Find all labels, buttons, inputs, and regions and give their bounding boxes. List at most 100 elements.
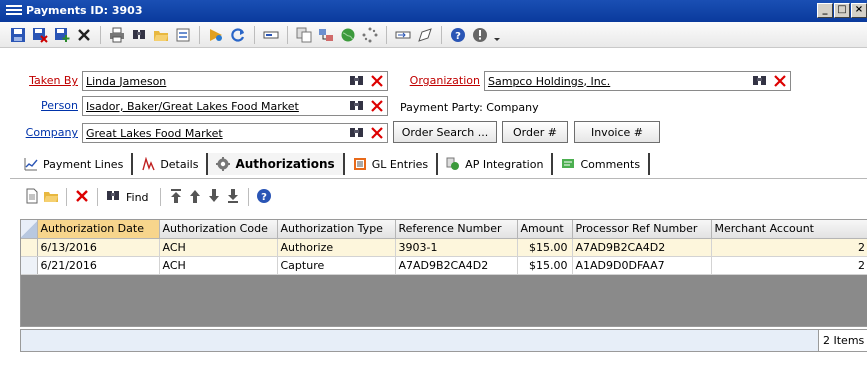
grid-status-bar: 2 Items <box>20 329 867 352</box>
tab-payment-lines[interactable]: Payment Lines <box>16 153 134 175</box>
column-header[interactable]: Authorization Code <box>159 220 278 239</box>
info-icon[interactable] <box>470 25 490 45</box>
tab-gl-entries[interactable]: GL Entries <box>345 153 439 175</box>
company-value: Great Lakes Food Market <box>86 126 223 140</box>
company-label[interactable]: Company <box>8 126 78 139</box>
item-count: 2 Items <box>818 330 867 351</box>
clear-icon[interactable] <box>367 72 387 90</box>
gear-icon <box>216 157 231 171</box>
table-cell[interactable]: A7AD9B2CA4D2 <box>395 256 518 275</box>
minimize-icon[interactable]: _ <box>817 3 833 18</box>
column-header[interactable]: Reference Number <box>395 220 518 239</box>
open-folder-icon[interactable] <box>151 25 171 45</box>
new-record-icon[interactable] <box>24 188 40 207</box>
order-number-button[interactable]: Order # <box>502 121 568 143</box>
toolbar-separator <box>66 188 67 206</box>
row-selector[interactable] <box>21 256 38 275</box>
save-new-icon[interactable] <box>52 25 72 45</box>
table-cell[interactable]: Capture <box>277 256 396 275</box>
toolbar-overflow-icon[interactable] <box>492 25 502 45</box>
select-all-corner[interactable] <box>21 220 38 239</box>
find-button-label[interactable]: Find <box>126 191 149 204</box>
table-cell[interactable]: ACH <box>159 256 278 275</box>
company-field[interactable]: Great Lakes Food Market <box>82 123 388 143</box>
notes-icon[interactable] <box>415 25 435 45</box>
invoice-number-button[interactable]: Invoice # <box>574 121 660 143</box>
clear-icon[interactable] <box>367 124 387 142</box>
form-icon[interactable] <box>173 25 193 45</box>
move-top-icon[interactable] <box>168 188 184 207</box>
person-label[interactable]: Person <box>8 99 78 112</box>
table-row[interactable]: 6/13/2016 ACH Authorize 3903-1 $15.00 A7… <box>21 238 867 257</box>
toolbar-separator <box>97 188 98 206</box>
lookup-icon[interactable] <box>750 72 770 90</box>
move-up-icon[interactable] <box>187 188 203 207</box>
loading-icon[interactable] <box>360 25 380 45</box>
tab-authorizations[interactable]: Authorizations <box>208 153 345 175</box>
column-header[interactable]: Amount <box>517 220 573 239</box>
workflow-icon[interactable] <box>206 25 226 45</box>
fields-icon[interactable] <box>261 25 281 45</box>
column-header[interactable]: Merchant Account <box>711 220 867 239</box>
help-icon[interactable]: ? <box>448 25 468 45</box>
help-icon[interactable]: ? <box>256 188 272 207</box>
copy-icon[interactable] <box>294 25 314 45</box>
table-cell[interactable]: A1AD9D0DFAA7 <box>572 256 712 275</box>
table-row[interactable]: 6/21/2016 ACH Capture A7AD9B2CA4D2 $15.0… <box>21 256 867 275</box>
person-field[interactable]: Isador, Baker/Great Lakes Food Market <box>82 96 388 116</box>
delete-icon[interactable] <box>74 25 94 45</box>
clear-icon[interactable] <box>770 72 790 90</box>
delete-icon[interactable] <box>74 188 90 207</box>
save-icon[interactable] <box>8 25 28 45</box>
table-cell[interactable]: $15.00 <box>517 238 573 257</box>
related-icon[interactable] <box>316 25 336 45</box>
svg-text:?: ? <box>261 192 267 203</box>
column-header[interactable]: Authorization Date <box>37 220 160 239</box>
lookup-icon[interactable] <box>347 72 367 90</box>
table-cell[interactable]: Authorize <box>277 238 396 257</box>
window-title: Payments ID: 3903 <box>26 4 143 17</box>
column-header[interactable]: Authorization Type <box>277 220 396 239</box>
organization-label[interactable]: Organization <box>398 74 480 87</box>
maximize-icon[interactable]: □ <box>834 3 850 18</box>
order-search-button[interactable]: Order Search ... <box>393 121 497 143</box>
toolbar-separator <box>287 25 288 44</box>
window-menu-icon[interactable] <box>6 5 22 17</box>
open-folder-icon[interactable] <box>43 188 59 207</box>
tab-comments[interactable]: Comments <box>553 153 651 175</box>
save-close-icon[interactable] <box>30 25 50 45</box>
print-icon[interactable] <box>107 25 127 45</box>
move-down-icon[interactable] <box>206 188 222 207</box>
table-cell[interactable]: A7AD9B2CA4D2 <box>572 238 712 257</box>
payments-window: Payments ID: 3903 _ □ × ? Taken By Linda… <box>0 0 867 366</box>
tab-ap-integration[interactable]: AP Integration <box>438 153 554 175</box>
column-header[interactable]: Processor Ref Number <box>572 220 712 239</box>
lookup-icon[interactable] <box>347 124 367 142</box>
organization-field[interactable]: Sampco Holdings, Inc. <box>484 71 791 91</box>
tab-label: AP Integration <box>465 157 544 171</box>
lookup-icon[interactable] <box>347 97 367 115</box>
table-cell[interactable]: 2 <box>711 238 867 257</box>
find-icon[interactable] <box>105 188 121 207</box>
find-icon[interactable] <box>129 25 149 45</box>
taken-by-field[interactable]: Linda Jameson <box>82 71 388 91</box>
taken-by-value: Linda Jameson <box>86 74 167 88</box>
integration-icon <box>446 157 460 170</box>
move-bottom-icon[interactable] <box>225 188 241 207</box>
clear-icon[interactable] <box>367 97 387 115</box>
refresh-icon[interactable] <box>228 25 248 45</box>
row-selector[interactable] <box>21 238 38 257</box>
table-cell[interactable]: 3903-1 <box>395 238 518 257</box>
close-icon[interactable]: × <box>851 3 867 18</box>
toolbar-separator <box>441 25 442 44</box>
table-cell[interactable]: $15.00 <box>517 256 573 275</box>
globe-icon[interactable] <box>338 25 358 45</box>
table-cell[interactable]: 6/21/2016 <box>37 256 160 275</box>
attach-icon[interactable] <box>393 25 413 45</box>
tab-details[interactable]: Details <box>133 153 209 175</box>
title-bar: Payments ID: 3903 _ □ × <box>0 0 867 22</box>
taken-by-label[interactable]: Taken By <box>8 74 78 87</box>
table-cell[interactable]: 6/13/2016 <box>37 238 160 257</box>
table-cell[interactable]: ACH <box>159 238 278 257</box>
table-cell[interactable]: 2 <box>711 256 867 275</box>
